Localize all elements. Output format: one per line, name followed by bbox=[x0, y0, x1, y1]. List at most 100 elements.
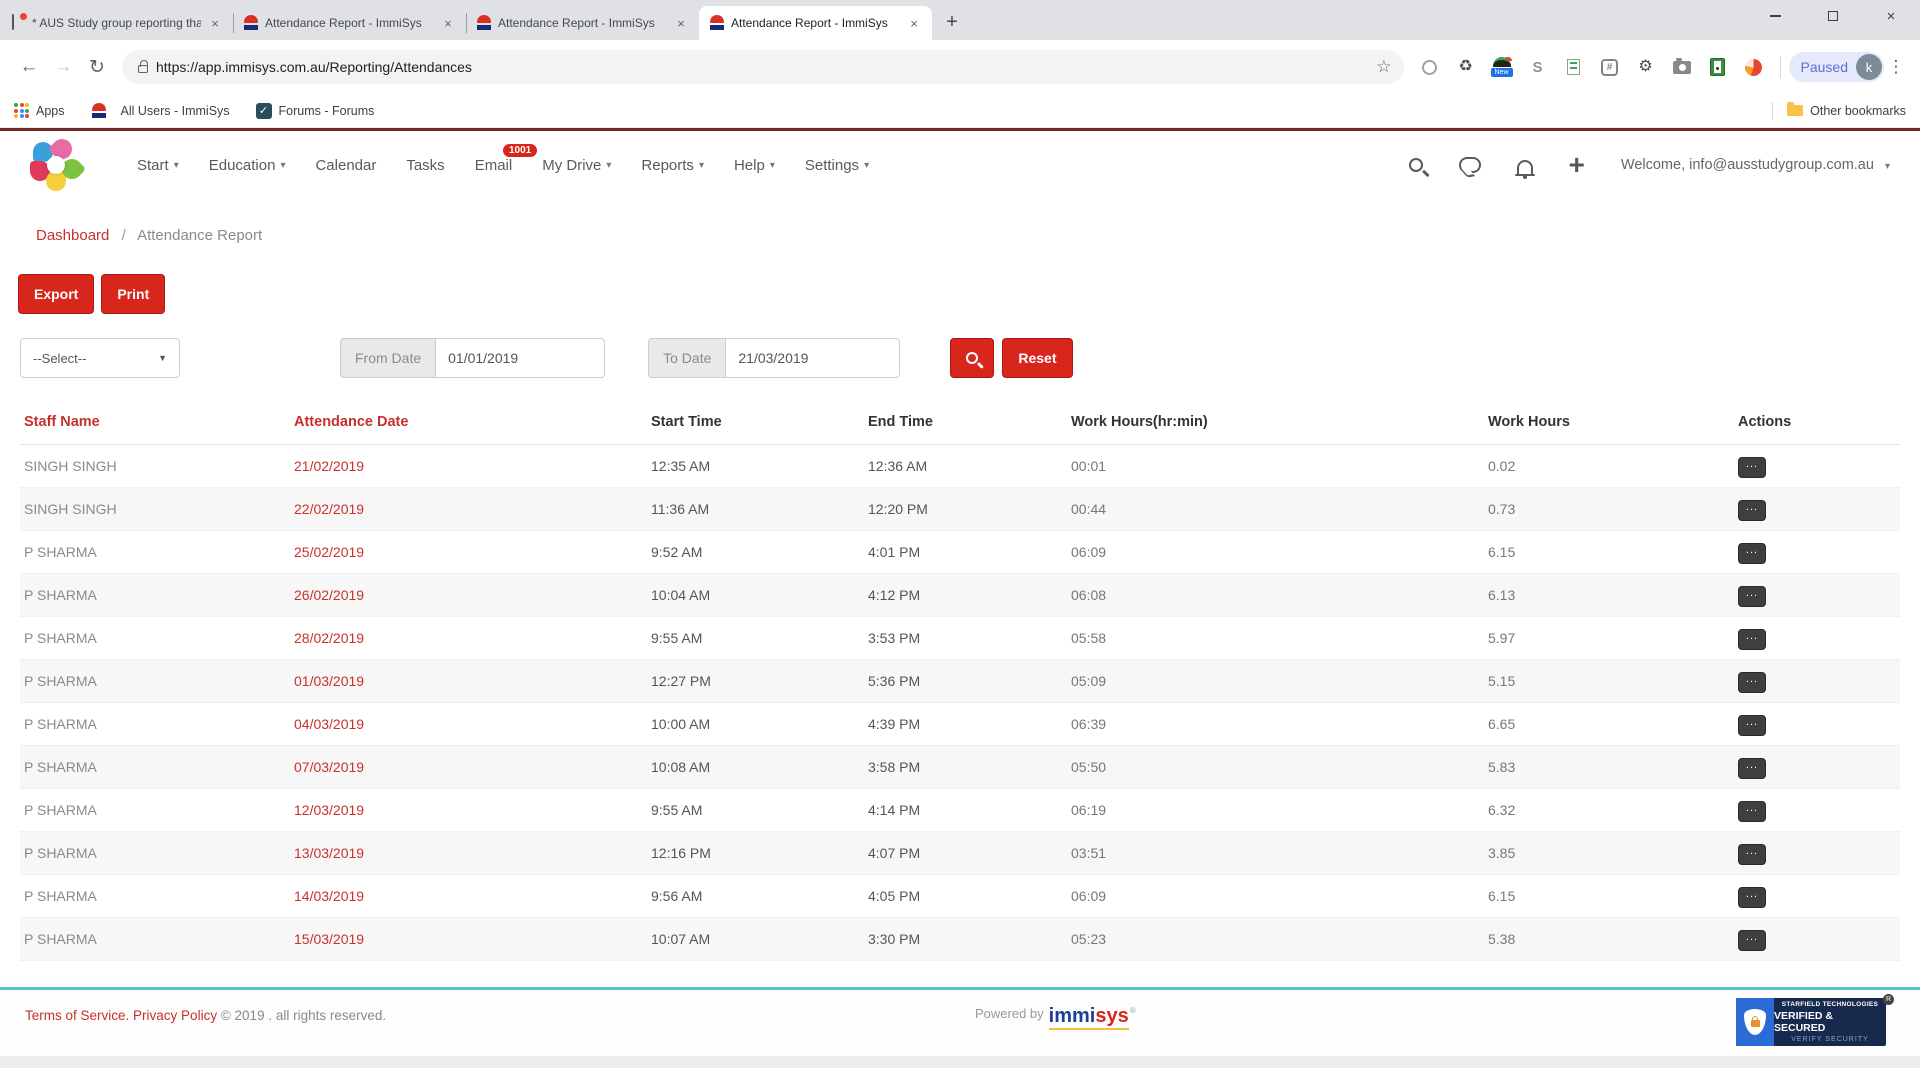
url-text[interactable]: https://app.immisys.com.au/Reporting/Att… bbox=[156, 59, 1368, 75]
nav-item-start[interactable]: Start ▾ bbox=[137, 157, 179, 174]
extension-door-icon[interactable] bbox=[1703, 50, 1733, 84]
start-time-cell: 10:04 AM bbox=[647, 574, 864, 617]
column-header-staff-name[interactable]: Staff Name bbox=[20, 406, 290, 445]
nav-item-help[interactable]: Help▾ bbox=[734, 157, 775, 174]
attendance-date-cell[interactable]: 01/03/2019 bbox=[290, 660, 647, 703]
print-button[interactable]: Print bbox=[101, 274, 165, 314]
row-actions-button[interactable]: ... bbox=[1738, 844, 1766, 865]
new-tab-button[interactable]: + bbox=[938, 8, 966, 36]
chat-icon[interactable] bbox=[1459, 157, 1481, 173]
extension-speedtest-icon[interactable]: New bbox=[1487, 50, 1517, 84]
export-button[interactable]: Export bbox=[18, 274, 94, 314]
verified-secured-seal[interactable]: STARFIELD TECHNOLOGIES VERIFIED & SECURE… bbox=[1736, 998, 1886, 1046]
privacy-link[interactable]: Privacy Policy bbox=[133, 1008, 217, 1023]
attendance-date-cell[interactable]: 07/03/2019 bbox=[290, 746, 647, 789]
extension-recycle-icon[interactable]: ♻ bbox=[1451, 50, 1481, 84]
row-actions-button[interactable]: ... bbox=[1738, 715, 1766, 736]
to-date-input[interactable] bbox=[725, 338, 900, 378]
window-close-button[interactable]: × bbox=[1862, 0, 1920, 32]
reload-icon[interactable]: ↻ bbox=[80, 50, 114, 84]
tab-attendance-report-active[interactable]: Attendance Report - ImmiSys × bbox=[699, 6, 932, 40]
row-actions-button[interactable]: ... bbox=[1738, 758, 1766, 779]
search-icon[interactable] bbox=[1409, 158, 1423, 172]
nav-item-settings[interactable]: Settings▾ bbox=[805, 157, 869, 174]
row-actions-button[interactable]: ... bbox=[1738, 543, 1766, 564]
nav-item-education[interactable]: Education▾ bbox=[209, 157, 286, 174]
breadcrumb-separator: / bbox=[122, 227, 126, 244]
breadcrumb-dashboard-link[interactable]: Dashboard bbox=[36, 227, 109, 244]
quick-add-icon[interactable]: + bbox=[1569, 151, 1585, 179]
extension-camera-icon[interactable] bbox=[1667, 50, 1697, 84]
extension-skype-icon[interactable]: S bbox=[1523, 50, 1553, 84]
close-icon[interactable]: × bbox=[207, 15, 223, 31]
column-header-start-time: Start Time bbox=[647, 406, 864, 445]
other-bookmarks-label[interactable]: Other bookmarks bbox=[1810, 104, 1906, 118]
nav-item-reports[interactable]: Reports▾ bbox=[641, 157, 704, 174]
reset-button[interactable]: Reset bbox=[1002, 338, 1072, 378]
notifications-bell-icon[interactable] bbox=[1517, 160, 1533, 174]
from-date-input[interactable] bbox=[435, 338, 605, 378]
attendance-date-cell[interactable]: 12/03/2019 bbox=[290, 789, 647, 832]
close-icon[interactable]: × bbox=[440, 15, 456, 31]
work-hours-min-cell: 06:08 bbox=[1067, 574, 1484, 617]
avatar[interactable]: k bbox=[1856, 54, 1882, 80]
maximize-button[interactable] bbox=[1804, 0, 1862, 32]
extension-grid-icon[interactable]: # bbox=[1595, 50, 1625, 84]
extension-circle-icon[interactable] bbox=[1415, 50, 1445, 84]
row-actions-button[interactable]: ... bbox=[1738, 457, 1766, 478]
bookmark-star-icon[interactable]: ☆ bbox=[1376, 57, 1391, 77]
bookmark-all-users[interactable]: All Users - ImmiSys bbox=[91, 103, 230, 119]
chevron-down-icon: ▾ bbox=[174, 160, 179, 171]
bookmark-apps[interactable]: Apps bbox=[14, 103, 65, 118]
address-bar[interactable]: https://app.immisys.com.au/Reporting/Att… bbox=[122, 50, 1404, 84]
attendance-date-cell[interactable]: 25/02/2019 bbox=[290, 531, 647, 574]
staff-name-cell: P SHARMA bbox=[20, 660, 290, 703]
nav-item-tasks[interactable]: Tasks bbox=[406, 157, 444, 174]
staff-name-cell: P SHARMA bbox=[20, 746, 290, 789]
nav-item-label: Start bbox=[137, 157, 169, 174]
chevron-down-icon: ▼ bbox=[158, 353, 167, 363]
row-actions-button[interactable]: ... bbox=[1738, 500, 1766, 521]
row-actions-button[interactable]: ... bbox=[1738, 930, 1766, 951]
staff-select-dropdown[interactable]: --Select-- ▼ bbox=[20, 338, 180, 378]
attendance-date-cell[interactable]: 26/02/2019 bbox=[290, 574, 647, 617]
attendance-date-cell[interactable]: 22/02/2019 bbox=[290, 488, 647, 531]
extension-sheet-icon[interactable] bbox=[1559, 50, 1589, 84]
browser-menu-icon[interactable]: ⋮ bbox=[1884, 57, 1908, 77]
extension-pie-icon[interactable] bbox=[1739, 50, 1769, 84]
tab-aus-study-group[interactable]: * AUS Study group reporting tha × bbox=[0, 6, 233, 40]
attendance-table: Staff NameAttendance DateStart TimeEnd T… bbox=[20, 406, 1900, 961]
terms-link[interactable]: Terms of Service. bbox=[25, 1008, 129, 1023]
nav-item-my-drive[interactable]: My Drive▾ bbox=[542, 157, 611, 174]
row-actions-button[interactable]: ... bbox=[1738, 629, 1766, 650]
tab-attendance-report-2[interactable]: Attendance Report - ImmiSys × bbox=[466, 6, 699, 40]
bookmark-forums[interactable]: ✓ Forums - Forums bbox=[256, 103, 375, 119]
aus-study-group-logo[interactable] bbox=[30, 139, 82, 191]
row-actions-button[interactable]: ... bbox=[1738, 801, 1766, 822]
nav-item-calendar[interactable]: Calendar bbox=[315, 157, 376, 174]
column-header-attendance-date[interactable]: Attendance Date bbox=[290, 406, 647, 445]
row-actions-button[interactable]: ... bbox=[1738, 887, 1766, 908]
attendance-date-cell[interactable]: 14/03/2019 bbox=[290, 875, 647, 918]
profile-paused-badge[interactable]: Paused k bbox=[1789, 52, 1884, 82]
back-icon[interactable]: ← bbox=[12, 50, 46, 84]
close-icon[interactable]: × bbox=[906, 15, 922, 31]
search-button[interactable] bbox=[950, 338, 994, 378]
browser-tab-strip: * AUS Study group reporting tha × Attend… bbox=[0, 0, 1920, 40]
welcome-menu[interactable]: Welcome, info@ausstudygroup.com.au ▾ bbox=[1621, 157, 1890, 173]
attendance-date-cell[interactable]: 13/03/2019 bbox=[290, 832, 647, 875]
close-icon[interactable]: × bbox=[673, 15, 689, 31]
table-row: P SHARMA25/02/20199:52 AM4:01 PM06:096.1… bbox=[20, 531, 1900, 574]
tab-attendance-report-1[interactable]: Attendance Report - ImmiSys × bbox=[233, 6, 466, 40]
extension-gear-icon[interactable]: ⚙ bbox=[1631, 50, 1661, 84]
row-actions-button[interactable]: ... bbox=[1738, 672, 1766, 693]
row-actions-button[interactable]: ... bbox=[1738, 586, 1766, 607]
start-time-cell: 12:27 PM bbox=[647, 660, 864, 703]
nav-item-email[interactable]: Email1001 bbox=[475, 157, 513, 174]
attendance-date-cell[interactable]: 15/03/2019 bbox=[290, 918, 647, 961]
attendance-date-cell[interactable]: 04/03/2019 bbox=[290, 703, 647, 746]
minimize-button[interactable] bbox=[1746, 0, 1804, 32]
forward-icon[interactable]: → bbox=[46, 50, 80, 84]
attendance-date-cell[interactable]: 21/02/2019 bbox=[290, 445, 647, 488]
attendance-date-cell[interactable]: 28/02/2019 bbox=[290, 617, 647, 660]
